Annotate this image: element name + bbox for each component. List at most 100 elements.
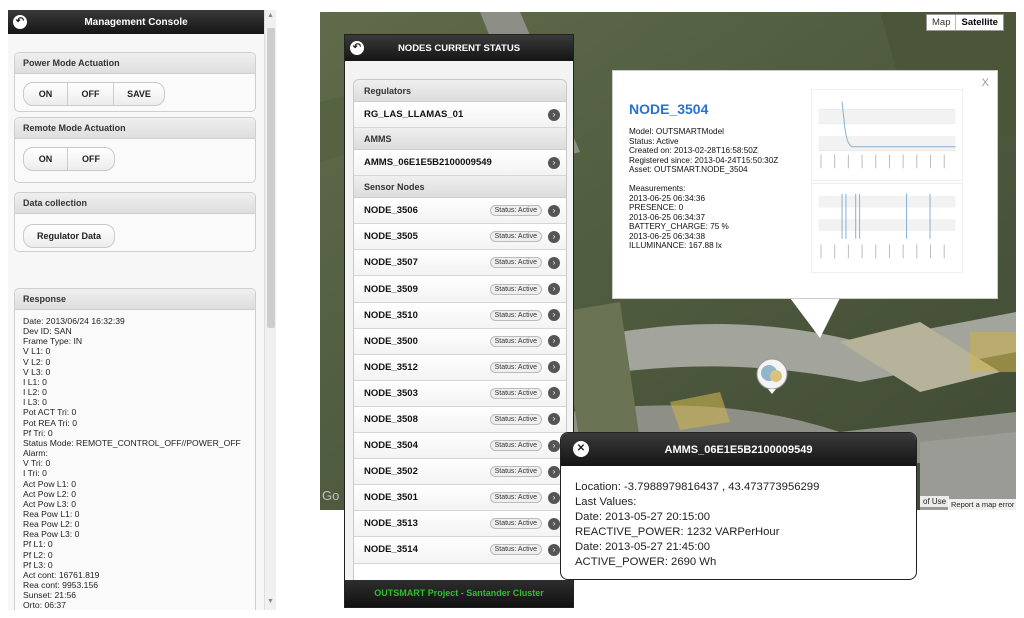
response-line: I L3: 0 xyxy=(23,397,47,408)
sensor-node-row[interactable]: NODE_3510 Status: Active › xyxy=(354,302,566,329)
chevron-right-icon: › xyxy=(548,491,560,504)
sensor-node-row[interactable]: NODE_3503 Status: Active › xyxy=(354,380,566,407)
amms-popup-header: ✕ AMMS_06E1E5B2100009549 xyxy=(561,433,916,466)
node-list: Regulators RG_LAS_LLAMAS_01 › AMMS AMMS_… xyxy=(353,79,567,585)
response-title: Response xyxy=(15,289,255,310)
close-icon[interactable]: X xyxy=(982,77,989,89)
report-map-error-link[interactable]: Report a map error xyxy=(948,499,1018,510)
power-off-button[interactable]: OFF xyxy=(68,83,114,105)
chevron-right-icon: › xyxy=(548,413,560,426)
sensor-node-row[interactable]: NODE_3507 Status: Active › xyxy=(354,250,566,277)
sensor-node-name: NODE_3510 xyxy=(364,309,418,321)
chevron-right-icon: › xyxy=(548,230,560,243)
amms-row[interactable]: AMMS_06E1E5B2100009549 › xyxy=(354,150,566,177)
data-collection-title: Data collection xyxy=(15,193,255,214)
chevron-right-icon: › xyxy=(548,204,560,217)
remote-off-button[interactable]: OFF xyxy=(68,148,114,170)
remote-on-button[interactable]: ON xyxy=(24,148,68,170)
response-line: Pf L3: 0 xyxy=(23,559,53,570)
chevron-right-icon: › xyxy=(548,465,560,478)
amms-info-popup: ✕ AMMS_06E1E5B2100009549 Location: -3.79… xyxy=(560,432,917,580)
node-details: Model: OUTSMARTModel Status: Active Create… xyxy=(629,127,778,175)
chevron-right-icon: › xyxy=(548,108,560,121)
nodes-title: NODES CURRENT STATUS xyxy=(397,42,521,54)
sensor-node-row[interactable]: NODE_3506 Status: Active › xyxy=(354,198,566,225)
sensor-node-row[interactable]: NODE_3512 Status: Active › xyxy=(354,354,566,381)
amms-detail-line: Date: 2013-05-27 20:15:00 xyxy=(575,511,711,523)
management-console-title: Management Console xyxy=(84,16,188,28)
node-popup-title: NODE_3504 xyxy=(629,101,709,117)
status-badge: Status: Active xyxy=(489,309,542,321)
power-mode-section: Power Mode Actuation ON OFF SAVE xyxy=(14,52,256,112)
sensor-node-row[interactable]: NODE_3505 Status: Active › xyxy=(354,224,566,251)
satellite-button[interactable]: Satellite xyxy=(955,15,1002,30)
status-badge: Status: Active xyxy=(489,518,542,530)
node-detail-line: Model: OUTSMARTModel xyxy=(629,127,724,136)
response-line: Dev ID: SAN xyxy=(23,326,72,337)
node-detail-line: Created on: 2013-02-28T16:58:50Z xyxy=(629,146,758,155)
management-console-panel: ↶ Management Console Power Mode Actuatio… xyxy=(8,10,264,610)
amms-detail-line: ACTIVE_POWER: 2690 Wh xyxy=(575,556,717,568)
regulator-data-button[interactable]: Regulator Data xyxy=(24,225,114,247)
chevron-right-icon: › xyxy=(548,309,560,322)
status-badge: Status: Active xyxy=(489,440,542,452)
back-arrow-icon[interactable]: ↶ xyxy=(350,41,364,55)
close-icon[interactable]: ✕ xyxy=(573,441,589,457)
sensor-node-row[interactable]: NODE_3504 Status: Active › xyxy=(354,433,566,460)
response-line: Pot REA Tri: 0 xyxy=(23,417,77,428)
regulator-name: RG_LAS_LLAMAS_01 xyxy=(364,109,464,121)
chevron-right-icon: › xyxy=(548,256,560,269)
terms-of-use-link[interactable]: of Use xyxy=(920,496,950,507)
regulator-row[interactable]: RG_LAS_LLAMAS_01 › xyxy=(354,102,566,129)
regulators-heading: Regulators xyxy=(354,80,566,102)
sensor-node-name: NODE_3501 xyxy=(364,492,418,504)
scroll-up-icon[interactable]: ▲ xyxy=(267,12,274,19)
response-line: I L2: 0 xyxy=(23,387,47,398)
popup-tail xyxy=(790,298,840,338)
response-line: Pf L1: 0 xyxy=(23,539,53,550)
sensor-node-row[interactable]: NODE_3509 Status: Active › xyxy=(354,276,566,303)
status-badge: Status: Active xyxy=(489,231,542,243)
scrollbar-thumb[interactable] xyxy=(267,28,275,328)
map-type-control: Map Satellite xyxy=(926,14,1004,31)
sensor-node-row[interactable]: NODE_3501 Status: Active › xyxy=(354,485,566,512)
sensor-node-row[interactable]: NODE_3508 Status: Active › xyxy=(354,406,566,434)
sensor-node-name: NODE_3508 xyxy=(364,413,418,425)
amms-detail-line: Location: -3.7988979816437 , 43.47377395… xyxy=(575,481,820,493)
amms-name: AMMS_06E1E5B2100009549 xyxy=(364,157,492,169)
sensor-node-row[interactable]: NODE_3500 Status: Active › xyxy=(354,328,566,355)
status-badge: Status: Active xyxy=(489,335,542,347)
node-measurement-line: 2013-06-25 06:34:38 xyxy=(629,231,706,241)
response-line: Rea Pow L2: 0 xyxy=(23,519,80,530)
response-section: Response Date: 2013/06/24 16:32:39 Dev ID… xyxy=(14,288,256,610)
response-line: Rea cont: 9953.156 xyxy=(23,580,99,591)
status-badge: Status: Active xyxy=(489,492,542,504)
response-line: Pf Tri: 0 xyxy=(23,427,53,438)
sensor-node-name: NODE_3514 xyxy=(364,544,418,556)
node-detail-line: Registered since: 2013-04-24T15:50:30Z xyxy=(629,155,779,165)
response-line: V L3: 0 xyxy=(23,366,51,377)
map-button[interactable]: Map xyxy=(927,15,955,30)
sensor-node-row[interactable]: NODE_3514 Status: Active › xyxy=(354,537,566,564)
node-measurement-line: 2013-06-25 06:34:36 xyxy=(629,193,706,203)
power-save-button[interactable]: SAVE xyxy=(114,83,164,105)
response-line: I Tri: 0 xyxy=(23,468,47,479)
sensor-nodes-heading: Sensor Nodes xyxy=(354,176,566,199)
node-info-popup: X NODE_3504 Model: OUTSMARTModel Status: … xyxy=(612,70,998,299)
status-badge: Status: Active xyxy=(489,466,542,478)
back-arrow-icon[interactable]: ↶ xyxy=(13,15,27,29)
scroll-down-icon[interactable]: ▼ xyxy=(267,598,274,605)
sensor-node-row[interactable]: NODE_3513 Status: Active › xyxy=(354,511,566,538)
amms-detail-line: Date: 2013-05-27 21:45:00 xyxy=(575,541,711,553)
sensor-node-name: NODE_3507 xyxy=(364,257,418,269)
status-badge: Status: Active xyxy=(489,413,542,425)
status-badge: Status: Active xyxy=(489,387,542,399)
sensor-node-name: NODE_3512 xyxy=(364,361,418,373)
left-scrollbar[interactable]: ▲ ▼ xyxy=(264,10,276,610)
map-marker-icon[interactable] xyxy=(752,356,792,394)
nodes-header: ↶ NODES CURRENT STATUS xyxy=(345,35,573,61)
node-measurement-line: BATTERY_CHARGE: 75 % xyxy=(629,222,729,231)
sensor-node-row[interactable]: NODE_3502 Status: Active › xyxy=(354,459,566,486)
response-line: Act cont: 16761.819 xyxy=(23,569,100,580)
power-on-button[interactable]: ON xyxy=(24,83,68,105)
